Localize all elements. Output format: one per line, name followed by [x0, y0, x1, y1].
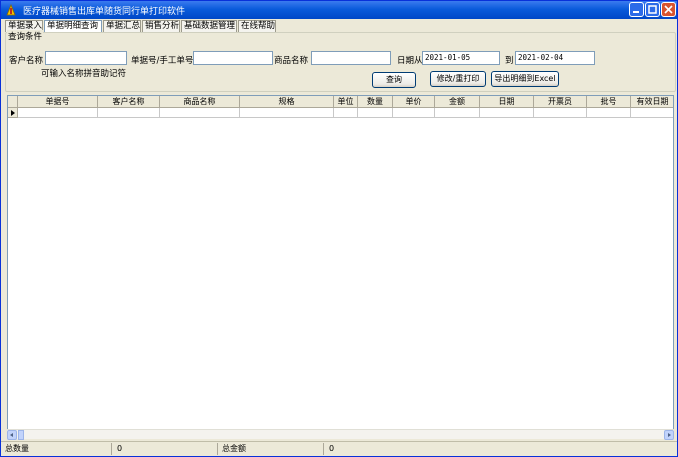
column-header[interactable]: 规格	[240, 96, 334, 108]
scroll-thumb[interactable]	[18, 430, 24, 440]
column-header[interactable]: 数量	[358, 96, 393, 108]
column-header[interactable]: 单位	[334, 96, 358, 108]
date-from-input[interactable]: 2021-01-05	[422, 51, 500, 65]
grid-header: 单据号 客户名称 商品名称 规格 单位 数量 单价 金额 日期 开票员 批号 有…	[8, 96, 673, 108]
table-cell[interactable]	[393, 108, 435, 118]
tab-summary[interactable]: 单据汇总	[103, 20, 141, 32]
edit-reprint-button[interactable]: 修改/重打印	[430, 71, 486, 87]
table-row[interactable]	[8, 108, 673, 118]
query-group-title: 查询条件	[7, 30, 44, 42]
date-from-label: 日期从	[397, 56, 423, 66]
date-to-label: 到	[505, 56, 514, 66]
column-header[interactable]: 单据号	[18, 96, 98, 108]
table-cell[interactable]	[435, 108, 480, 118]
main-window: 医疗器械销售出库单随货同行单打印软件 单据录入 单据明细查询 单据汇总 销售分析…	[0, 0, 678, 457]
column-header[interactable]: 开票员	[534, 96, 587, 108]
column-header[interactable]: 客户名称	[98, 96, 160, 108]
status-bar: 总数量 0 总金额 0	[1, 441, 677, 456]
tab-base-data[interactable]: 基础数据管理	[181, 20, 237, 32]
table-cell[interactable]	[631, 108, 673, 118]
close-icon	[664, 5, 673, 14]
tab-detail-query[interactable]: 单据明细查询	[44, 20, 102, 32]
total-amount-label: 总金额	[222, 444, 246, 453]
maximize-icon	[648, 5, 657, 14]
tab-online-help[interactable]: 在线帮助	[238, 20, 276, 32]
column-header[interactable]: 日期	[480, 96, 534, 108]
horizontal-scrollbar[interactable]	[7, 429, 674, 440]
date-to-input[interactable]: 2021-02-04	[515, 51, 595, 65]
total-qty-label: 总数量	[5, 444, 29, 453]
maximize-button[interactable]	[645, 2, 660, 17]
total-amount-value: 0	[329, 444, 335, 453]
title-bar[interactable]: 医疗器械销售出库单随货同行单打印软件	[1, 1, 677, 19]
detail-grid[interactable]: 单据号 客户名称 商品名称 规格 单位 数量 单价 金额 日期 开票员 批号 有…	[7, 95, 674, 438]
column-header[interactable]: 金额	[435, 96, 480, 108]
column-header[interactable]: 商品名称	[160, 96, 240, 108]
total-qty-value: 0	[117, 444, 123, 453]
table-cell[interactable]	[18, 108, 98, 118]
product-input[interactable]	[311, 51, 391, 65]
customer-input[interactable]	[45, 51, 127, 65]
app-icon	[6, 4, 16, 16]
status-divider	[111, 443, 112, 455]
search-button[interactable]: 查询	[372, 72, 416, 88]
row-header-corner	[8, 96, 18, 108]
table-cell[interactable]	[534, 108, 587, 118]
column-header[interactable]: 单价	[393, 96, 435, 108]
table-cell[interactable]	[334, 108, 358, 118]
export-excel-button[interactable]: 导出明细到Excel	[491, 71, 559, 87]
product-label: 商品名称	[274, 56, 309, 66]
doc-no-input[interactable]	[193, 51, 273, 65]
table-cell[interactable]	[160, 108, 240, 118]
minimize-button[interactable]	[629, 2, 644, 17]
column-header[interactable]: 有效日期	[631, 96, 673, 108]
scroll-right-icon[interactable]	[664, 430, 674, 440]
table-cell[interactable]	[240, 108, 334, 118]
table-cell[interactable]	[358, 108, 393, 118]
customer-hint: 可输入名称拼音助记符	[41, 69, 127, 79]
scroll-left-icon[interactable]	[7, 430, 17, 440]
table-cell[interactable]	[587, 108, 631, 118]
status-divider	[217, 443, 218, 455]
close-button[interactable]	[661, 2, 676, 17]
customer-label: 客户名称	[9, 56, 44, 66]
table-cell[interactable]	[480, 108, 534, 118]
current-row-indicator-icon	[8, 108, 18, 118]
column-header[interactable]: 批号	[587, 96, 631, 108]
table-cell[interactable]	[98, 108, 160, 118]
minimize-icon	[633, 11, 639, 13]
window-title: 医疗器械销售出库单随货同行单打印软件	[23, 7, 186, 17]
tab-sales-analysis[interactable]: 销售分析	[142, 20, 180, 32]
status-divider	[323, 443, 324, 455]
doc-no-label: 单据号/手工单号	[131, 56, 194, 66]
